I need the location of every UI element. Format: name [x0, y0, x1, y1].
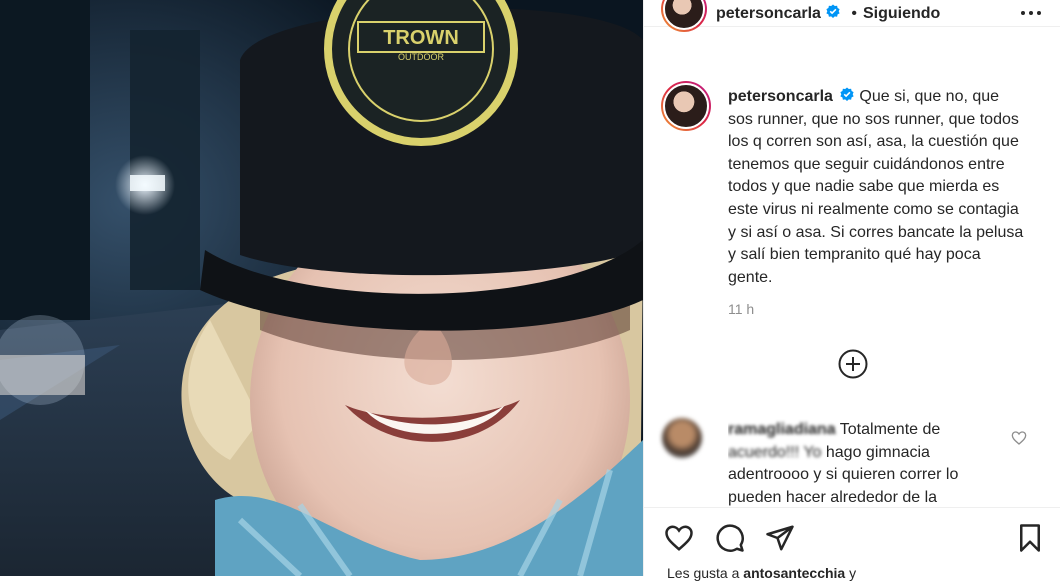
header-username[interactable]: petersoncarla [716, 5, 821, 22]
comment-avatar[interactable] [662, 418, 702, 458]
post-header: petersoncarla • Siguiendo [644, 0, 1060, 32]
header-user: petersoncarla • Siguiendo [716, 4, 940, 23]
post-side-panel: petersoncarla • Siguiendo petersoncarla Q… [643, 0, 1060, 581]
comment-text-visible: Totalmente de [839, 421, 941, 438]
follow-status-button[interactable]: Siguiendo [863, 5, 940, 22]
post-photo-illustration: TROWN OUTDOOR [0, 0, 643, 576]
comment-username[interactable]: ramagliadiana [728, 421, 836, 438]
comment-item: ramagliadiana Totalmente de acuerdo!!! Y… [728, 419, 1003, 507]
more-horizontal-icon[interactable] [1019, 5, 1043, 21]
post-timestamp[interactable]: 11 h [728, 301, 754, 317]
post-caption: petersoncarla Que si, que no, que sos ru… [728, 86, 1028, 289]
comment-like-heart-icon[interactable] [1011, 430, 1027, 446]
header-separator: • [851, 5, 857, 22]
cap-brand-text: TROWN [383, 27, 459, 49]
cap-subtext: OUTDOOR [398, 52, 444, 62]
verified-badge-icon [840, 87, 854, 101]
share-icon[interactable] [765, 523, 795, 553]
comment-text-blurred: acuerdo!!! Yo [728, 443, 822, 461]
likes-summary: Les gusta a antosantecchia y [667, 565, 856, 581]
likes-prefix: Les gusta a [667, 565, 740, 581]
verified-badge-icon [826, 4, 840, 18]
plus-circle-icon[interactable] [837, 348, 869, 380]
comment-icon[interactable] [715, 523, 745, 553]
likes-suffix: y [849, 565, 857, 581]
likes-user[interactable]: antosantecchia [743, 565, 845, 581]
caption-avatar[interactable] [661, 81, 711, 131]
caption-text: Que si, que no, que sos runner, que no s… [728, 88, 1024, 286]
header-avatar[interactable] [661, 0, 707, 32]
heart-icon[interactable] [664, 523, 694, 553]
bookmark-icon[interactable] [1015, 523, 1045, 553]
post-image[interactable]: TROWN OUTDOOR [0, 0, 643, 576]
caption-username[interactable]: petersoncarla [728, 88, 833, 105]
